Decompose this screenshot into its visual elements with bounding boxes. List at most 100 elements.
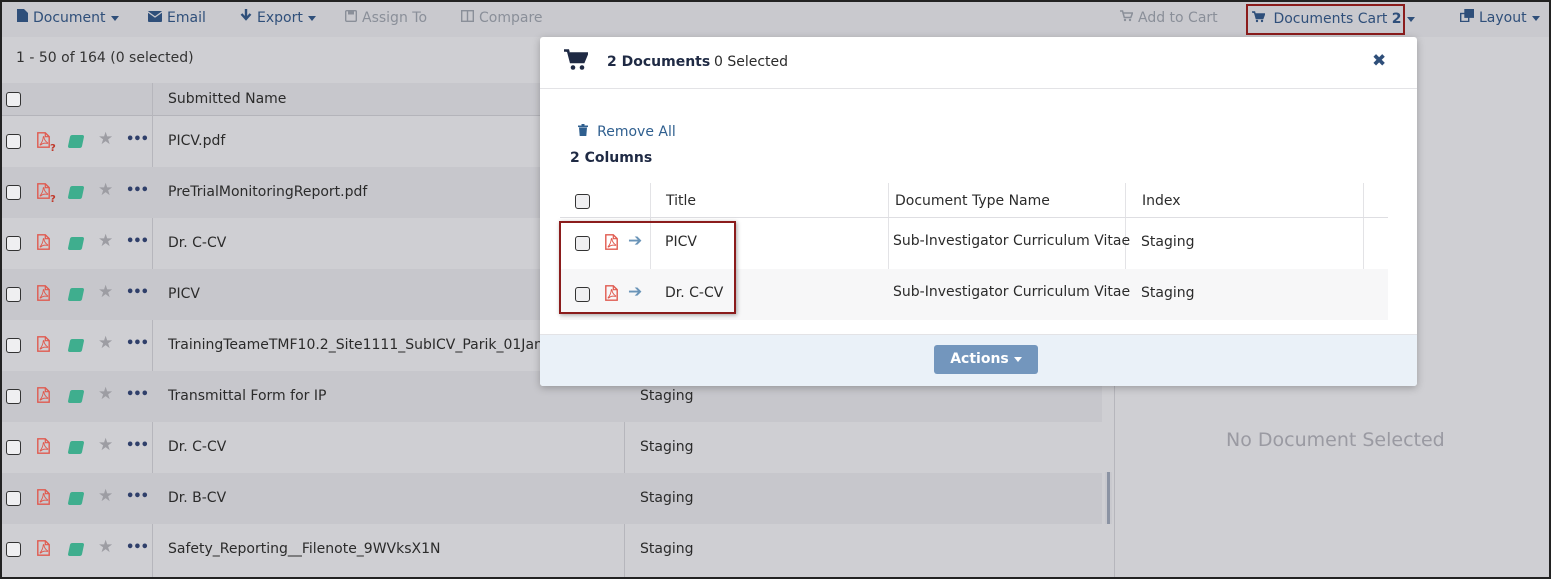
- envelope-icon: [147, 2, 163, 35]
- star-icon[interactable]: ★: [98, 180, 113, 200]
- email-label: Email: [167, 10, 206, 26]
- star-icon[interactable]: ★: [98, 435, 113, 455]
- export-menu[interactable]: Export: [240, 2, 316, 37]
- arrow-down-icon: [240, 2, 252, 35]
- more-options-icon[interactable]: •••: [126, 540, 149, 555]
- index-cell: Staging: [640, 439, 694, 455]
- book-icon[interactable]: [67, 339, 85, 352]
- cart-count-badge: 2: [1391, 11, 1402, 27]
- row-checkbox[interactable]: [6, 440, 21, 455]
- submitted-name-cell[interactable]: PreTrialMonitoringReport.pdf: [168, 184, 367, 200]
- star-icon[interactable]: ★: [98, 231, 113, 251]
- toolbar: Document Email Export Assign To Compare: [2, 2, 1549, 37]
- more-options-icon[interactable]: •••: [126, 336, 149, 351]
- book-icon[interactable]: [67, 186, 85, 199]
- book-icon[interactable]: [67, 288, 85, 301]
- pdf-icon[interactable]: [37, 387, 50, 403]
- star-icon[interactable]: ★: [98, 384, 113, 404]
- layout-label: Layout: [1479, 10, 1527, 26]
- submitted-name-cell[interactable]: Safety_Reporting__Filenote_9WVksX1N: [168, 541, 441, 557]
- columns-icon: [460, 2, 475, 35]
- table-row[interactable]: ★ ••• Dr. B-CV Staging: [2, 473, 1102, 524]
- index-column-header[interactable]: Index: [1142, 183, 1181, 217]
- pdf-icon[interactable]: [37, 489, 50, 505]
- book-icon[interactable]: [67, 441, 85, 454]
- pdf-icon[interactable]: [37, 540, 50, 556]
- pdf-icon[interactable]: [37, 285, 50, 301]
- chevron-down-icon: [1531, 15, 1540, 21]
- cart-icon: [1252, 11, 1269, 27]
- more-options-icon[interactable]: •••: [126, 234, 149, 249]
- pdf-icon[interactable]: [37, 183, 50, 199]
- document-menu[interactable]: Document: [17, 2, 119, 37]
- documents-cart-label: Documents Cart: [1273, 11, 1388, 27]
- select-all-checkbox[interactable]: [6, 92, 21, 107]
- pdf-icon[interactable]: [37, 438, 50, 454]
- star-icon[interactable]: ★: [98, 333, 113, 353]
- book-icon[interactable]: [67, 543, 85, 556]
- remove-all-link[interactable]: Remove All: [578, 124, 676, 140]
- star-icon[interactable]: ★: [98, 537, 113, 557]
- row-checkbox[interactable]: [6, 542, 21, 557]
- table-row[interactable]: ★ ••• Dr. C-CV Staging: [2, 422, 1102, 473]
- index-cell: Staging: [640, 388, 694, 404]
- star-icon[interactable]: ★: [98, 486, 113, 506]
- remove-all-label: Remove All: [597, 124, 676, 140]
- actions-label: Actions: [950, 351, 1009, 367]
- submitted-name-header[interactable]: Submitted Name: [168, 91, 286, 107]
- pdf-icon[interactable]: [37, 234, 50, 250]
- index-cell: Staging: [640, 490, 694, 506]
- close-icon[interactable]: ✖: [1372, 51, 1386, 71]
- row-checkbox[interactable]: [6, 236, 21, 251]
- compare-button[interactable]: Compare: [460, 2, 543, 37]
- index-cell: Staging: [640, 541, 694, 557]
- submitted-name-cell[interactable]: Transmittal Form for IP: [168, 388, 326, 404]
- submitted-name-cell[interactable]: PICV.pdf: [168, 133, 225, 149]
- document-type-cell: Sub-Investigator Curriculum Vitae: [893, 233, 1131, 249]
- pdf-icon[interactable]: [37, 132, 50, 148]
- add-to-cart-button[interactable]: Add to Cart: [1120, 2, 1218, 37]
- more-options-icon[interactable]: •••: [126, 183, 149, 198]
- title-column-header[interactable]: Title: [666, 183, 696, 217]
- row-checkbox[interactable]: [6, 185, 21, 200]
- index-cell: Staging: [1141, 285, 1195, 301]
- chevron-down-icon: [1013, 356, 1022, 362]
- assign-to-button[interactable]: Assign To: [344, 2, 428, 37]
- row-checkbox[interactable]: [6, 134, 21, 149]
- book-icon[interactable]: [67, 237, 85, 250]
- selected-count: 0 Selected: [714, 54, 789, 70]
- table-row[interactable]: ★ ••• Safety_Reporting__Filenote_9WVksX1N S…: [2, 524, 1102, 575]
- more-options-icon[interactable]: •••: [126, 489, 149, 504]
- dialog-footer: Actions: [540, 334, 1417, 386]
- email-button[interactable]: Email: [147, 2, 206, 37]
- book-icon[interactable]: [67, 135, 85, 148]
- pdf-icon[interactable]: [37, 336, 50, 352]
- star-icon[interactable]: ★: [98, 282, 113, 302]
- book-icon[interactable]: [67, 390, 85, 403]
- row-checkbox[interactable]: [6, 491, 21, 506]
- actions-menu-button[interactable]: Actions: [934, 345, 1038, 374]
- highlight-annotation: [559, 221, 736, 314]
- more-options-icon[interactable]: •••: [126, 285, 149, 300]
- submitted-name-cell[interactable]: Dr. C-CV: [168, 439, 226, 455]
- columns-label: 2 Columns: [570, 150, 653, 166]
- row-checkbox[interactable]: [6, 389, 21, 404]
- more-options-icon[interactable]: •••: [126, 387, 149, 402]
- submitted-name-cell[interactable]: Dr. B-CV: [168, 490, 226, 506]
- document-type-column-header[interactable]: Document Type Name: [895, 183, 1050, 217]
- documents-cart-button[interactable]: Documents Cart 2: [1246, 4, 1415, 35]
- pane-splitter-handle[interactable]: [1105, 472, 1112, 524]
- submitted-name-cell[interactable]: PICV: [168, 286, 200, 302]
- layout-menu[interactable]: Layout: [1459, 2, 1540, 37]
- more-options-icon[interactable]: •••: [126, 132, 149, 147]
- unknown-status-icon: ?: [50, 194, 56, 205]
- submitted-name-cell[interactable]: Dr. C-CV: [168, 235, 226, 251]
- book-icon[interactable]: [67, 492, 85, 505]
- star-icon[interactable]: ★: [98, 129, 113, 149]
- more-options-icon[interactable]: •••: [126, 438, 149, 453]
- select-all-checkbox[interactable]: [575, 194, 590, 209]
- assign-to-label: Assign To: [362, 10, 428, 26]
- submitted-name-cell[interactable]: TrainingTeameTMF10.2_Site1111_SubICV_Par…: [168, 337, 570, 353]
- row-checkbox[interactable]: [6, 338, 21, 353]
- row-checkbox[interactable]: [6, 287, 21, 302]
